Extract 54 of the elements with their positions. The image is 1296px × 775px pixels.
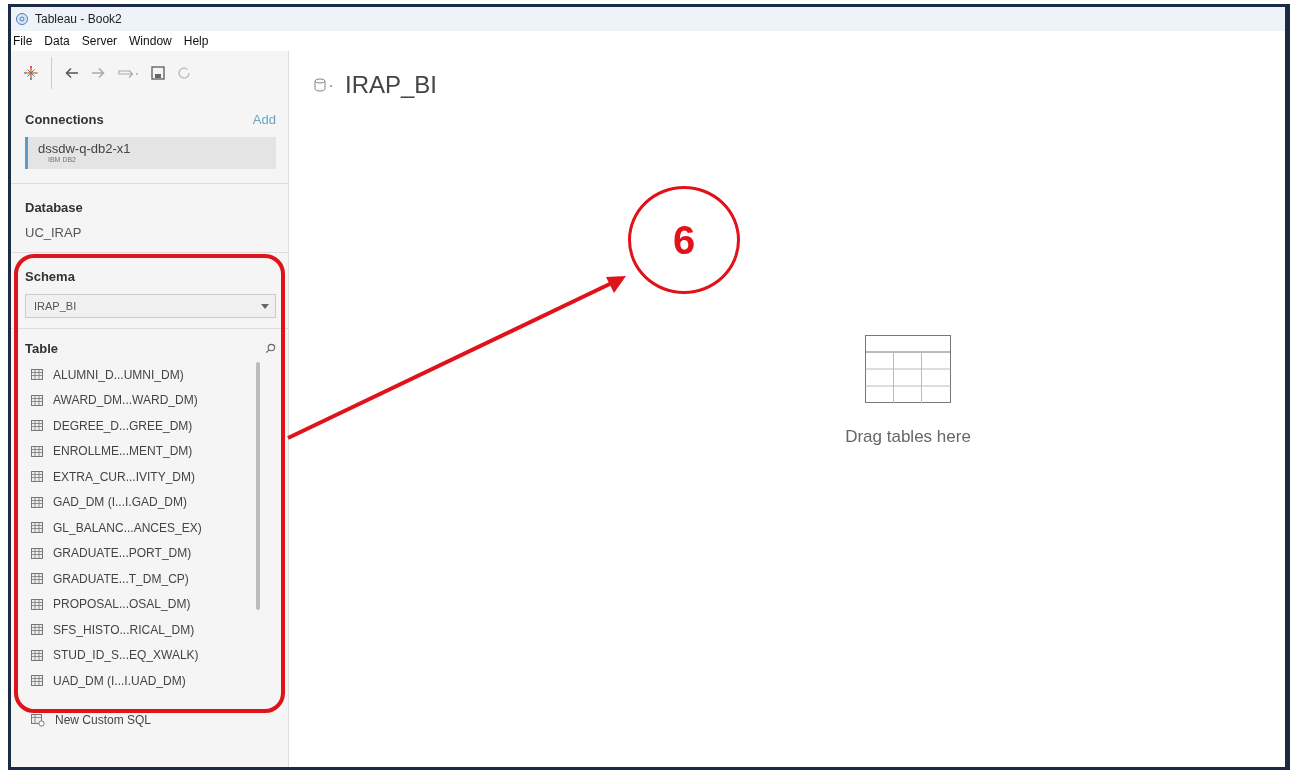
- database-name[interactable]: UC_IRAP: [25, 225, 276, 240]
- connection-name: dssdw-q-db2-x1: [38, 141, 132, 156]
- table-icon: [31, 394, 43, 406]
- refresh-icon[interactable]: [176, 65, 192, 81]
- table-grid-icon: [865, 335, 951, 403]
- menu-item[interactable]: Help: [183, 34, 209, 48]
- scrollbar[interactable]: [256, 362, 260, 610]
- section-heading: Schema: [25, 269, 76, 284]
- section-heading: Database: [25, 200, 84, 215]
- logo-icon: [23, 65, 39, 81]
- table-list-item[interactable]: STUD_ID_S...EQ_XWALK): [25, 642, 256, 668]
- table-icon: [31, 624, 43, 636]
- table-list-item[interactable]: DEGREE_D...GREE_DM): [25, 413, 256, 439]
- custom-sql-item[interactable]: New Custom SQL: [25, 707, 288, 733]
- table-list-item[interactable]: GL_BALANC...ANCES_EX): [25, 515, 256, 541]
- save-icon[interactable]: [150, 65, 166, 81]
- table-list-item[interactable]: UAD_DM (I...I.UAD_DM): [25, 668, 256, 694]
- table-icon: [31, 649, 43, 661]
- window-title: Tableau - Book2: [35, 12, 122, 26]
- data-source-name[interactable]: IRAP_BI: [345, 71, 438, 99]
- menu-item[interactable]: Data: [44, 34, 70, 48]
- table-list-item[interactable]: GRADUATE...T_DM_CP): [25, 566, 256, 592]
- table-list-item[interactable]: EXTRA_CUR...IVITY_DM): [25, 464, 256, 490]
- custom-sql-icon: [31, 713, 45, 727]
- table-icon: [31, 471, 43, 483]
- table-list-item[interactable]: PROPOSAL...OSAL_DM): [25, 591, 256, 617]
- back-arrow-icon[interactable]: [64, 65, 80, 81]
- table-icon: [31, 547, 43, 559]
- table-list-item[interactable]: SFS_HISTO...RICAL_DM): [25, 617, 256, 643]
- menu-item[interactable]: File: [13, 34, 33, 48]
- table-icon: [31, 522, 43, 534]
- table-icon: [31, 598, 43, 610]
- drop-hint: Drag tables here: [845, 427, 971, 447]
- section-heading: Connections: [25, 112, 104, 127]
- table-icon: [31, 675, 43, 687]
- table-icon: [31, 496, 43, 508]
- menu-item[interactable]: Window: [129, 34, 172, 48]
- table-icon: [31, 420, 43, 432]
- table-list-item[interactable]: GRADUATE...PORT_DM): [25, 540, 256, 566]
- table-icon: [31, 445, 43, 457]
- table-list-item[interactable]: ENROLLME...MENT_DM): [25, 438, 256, 464]
- section-heading: Table: [25, 341, 58, 356]
- forward-arrow-icon[interactable]: [90, 65, 106, 81]
- table-icon: [31, 369, 43, 381]
- table-list-item[interactable]: GAD_DM (I...I.GAD_DM): [25, 489, 256, 515]
- menu-item[interactable]: Server: [81, 34, 118, 48]
- step-number-badge: 6: [628, 186, 740, 294]
- search-icon[interactable]: [265, 343, 276, 354]
- caret-icon: [261, 303, 269, 309]
- table-list-item[interactable]: AWARD_DM...WARD_DM): [25, 387, 256, 413]
- schema-dropdown[interactable]: IRAP_BI: [25, 294, 276, 318]
- table-list-item[interactable]: ALUMNI_D...UMNI_DM): [25, 362, 256, 388]
- database-icon[interactable]: [313, 77, 335, 93]
- table-icon: [31, 573, 43, 585]
